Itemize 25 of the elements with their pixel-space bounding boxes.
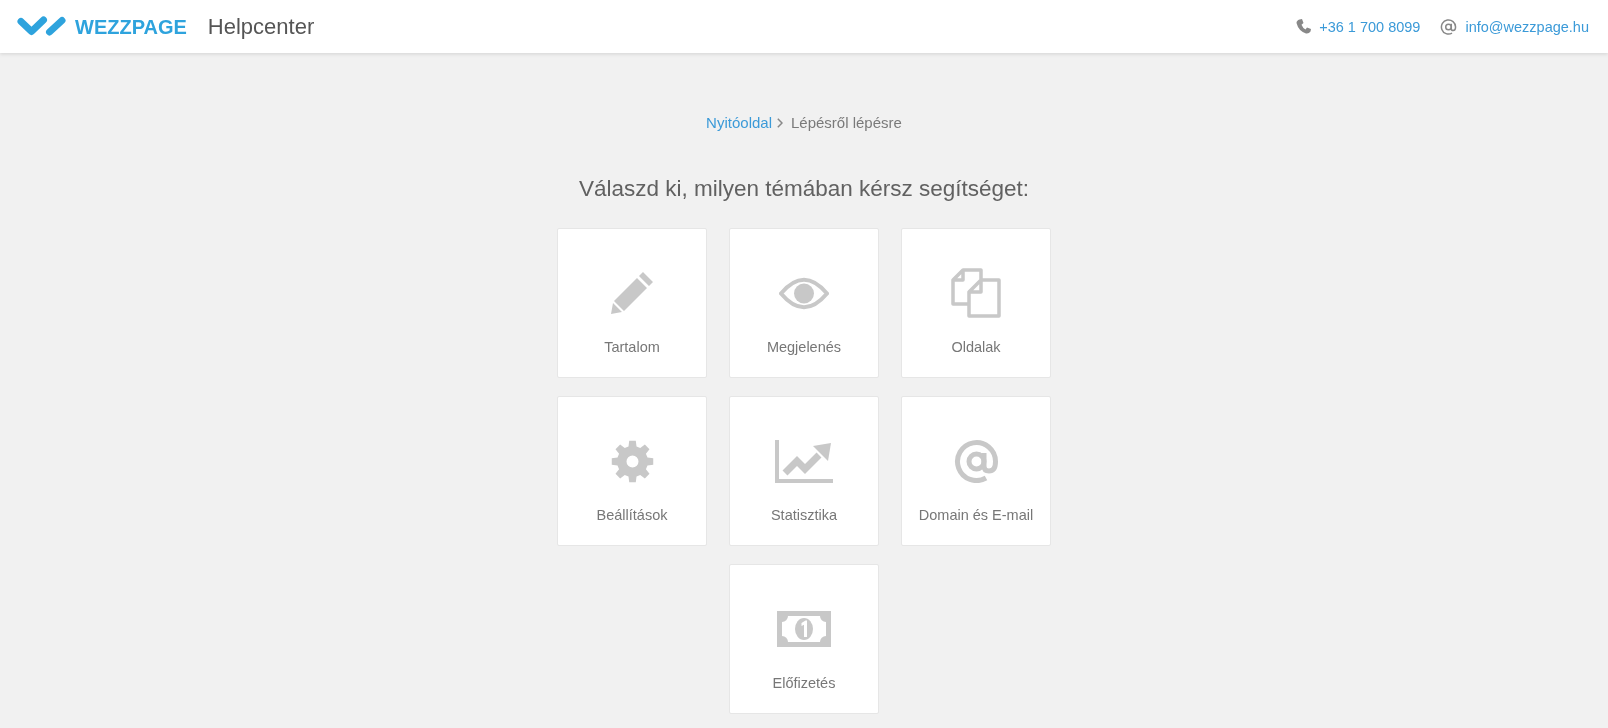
at-sign-icon xyxy=(1440,18,1458,35)
breadcrumb-current: Lépésről lépésre xyxy=(791,113,902,133)
pencil-icon xyxy=(610,271,654,315)
topic-tile[interactable]: Előfizetés xyxy=(729,564,879,714)
gear-icon xyxy=(610,439,654,483)
page-heading: Válaszd ki, milyen témában kérsz segítséget: xyxy=(578,175,1030,203)
topic-tile[interactable]: Statisztika xyxy=(729,396,879,546)
chevron-right-icon xyxy=(777,118,783,128)
breadcrumb-link[interactable]: Nyitóoldal xyxy=(706,113,772,133)
logo-icon xyxy=(17,16,66,37)
topic-tile[interactable]: Tartalom xyxy=(557,228,707,378)
documents-icon xyxy=(951,268,1001,318)
topic-tile[interactable]: Megjelenés xyxy=(729,228,879,378)
brand-link[interactable]: WEZZPAGE xyxy=(17,14,187,39)
topic-tile[interactable]: Oldalak xyxy=(901,228,1051,378)
eye-icon xyxy=(779,276,829,310)
at-sign-icon xyxy=(953,439,999,483)
phone-icon xyxy=(1296,19,1312,34)
topic-tile[interactable]: Beállítások xyxy=(557,396,707,546)
line-chart-icon xyxy=(775,439,833,483)
section-title: Helpcenter xyxy=(207,12,315,41)
topic-tile[interactable]: Domain és E-mail xyxy=(901,396,1051,546)
email-link[interactable]: info@wezzpage.hu xyxy=(1465,17,1589,36)
banknote-icon xyxy=(777,611,831,647)
phone-link[interactable]: +36 1 700 8099 xyxy=(1319,17,1421,36)
